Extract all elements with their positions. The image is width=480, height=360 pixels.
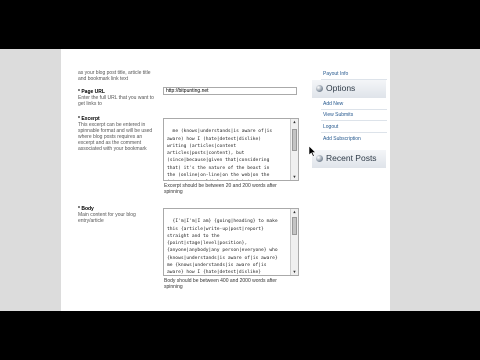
sidebar-link-logout[interactable]: Logout xyxy=(323,124,338,130)
sidebar-link-add-new[interactable]: Add New xyxy=(323,101,343,107)
excerpt-label-group: * Excerpt This excerpt can be entered in… xyxy=(78,116,158,152)
sidebar-divider xyxy=(321,109,387,110)
scroll-thumb[interactable] xyxy=(292,129,297,151)
page-url-help: Enter the full URL that you want to get … xyxy=(78,95,158,107)
sidebar-divider xyxy=(321,120,387,121)
sidebar-link-add-subscription[interactable]: Add Subscription xyxy=(323,136,361,142)
body-hint-line: spinning xyxy=(164,284,183,290)
scroll-down-icon[interactable]: ▼ xyxy=(291,174,298,180)
sidebar-divider xyxy=(321,132,387,133)
title-help-line: and bookmark link text xyxy=(78,76,129,82)
recent-posts-title: Recent Posts xyxy=(326,153,377,163)
scroll-thumb[interactable] xyxy=(292,217,297,235)
sidebar-link-view-submits[interactable]: View Submits xyxy=(323,112,353,118)
scroll-down-icon[interactable]: ▼ xyxy=(291,269,298,275)
title-help-text: as your blog post title, article title a… xyxy=(78,70,156,82)
scroll-up-icon[interactable]: ▲ xyxy=(291,119,298,125)
body-help-line: entry/article xyxy=(78,218,104,224)
recent-posts-header: Recent Posts xyxy=(312,150,386,168)
page-url-label-group: * Page URL Enter the full URL that you w… xyxy=(78,89,158,107)
mouse-cursor-icon xyxy=(309,146,317,157)
body-hint: Body should be between 400 and 2000 word… xyxy=(164,278,277,290)
body-help: Main content for your blog entry/article xyxy=(78,212,158,224)
excerpt-hint: Excerpt should be between 20 and 200 wor… xyxy=(164,183,277,195)
body-scrollbar[interactable]: ▲ ▼ xyxy=(290,209,298,275)
body-label-group: * Body Main content for your blog entry/… xyxy=(78,206,158,224)
body-text[interactable]: {I'm|I'm|I am} {going|heading} to make t… xyxy=(167,219,278,275)
excerpt-hint-line: spinning xyxy=(164,189,183,195)
options-title: Options xyxy=(326,83,356,93)
page-url-input[interactable] xyxy=(163,87,297,95)
excerpt-text[interactable]: me (knows|understands|is aware of|is awa… xyxy=(167,129,280,180)
scroll-up-icon[interactable]: ▲ xyxy=(291,209,298,215)
body-textarea[interactable]: {I'm|I'm|I am} {going|heading} to make t… xyxy=(163,208,299,276)
excerpt-textarea[interactable]: me (knows|understands|is aware of|is awa… xyxy=(163,118,299,181)
page-url-help-line: get links to xyxy=(78,101,102,107)
excerpt-help-line: associated with your bookmark xyxy=(78,146,147,152)
options-header: Options xyxy=(312,80,386,98)
excerpt-help: This excerpt can be entered in spinnable… xyxy=(78,122,158,152)
sidebar-link-payout-info[interactable]: Payout Info xyxy=(323,71,348,77)
disc-icon xyxy=(316,155,323,162)
disc-icon xyxy=(316,85,323,92)
excerpt-scrollbar[interactable]: ▲ ▼ xyxy=(290,119,298,180)
